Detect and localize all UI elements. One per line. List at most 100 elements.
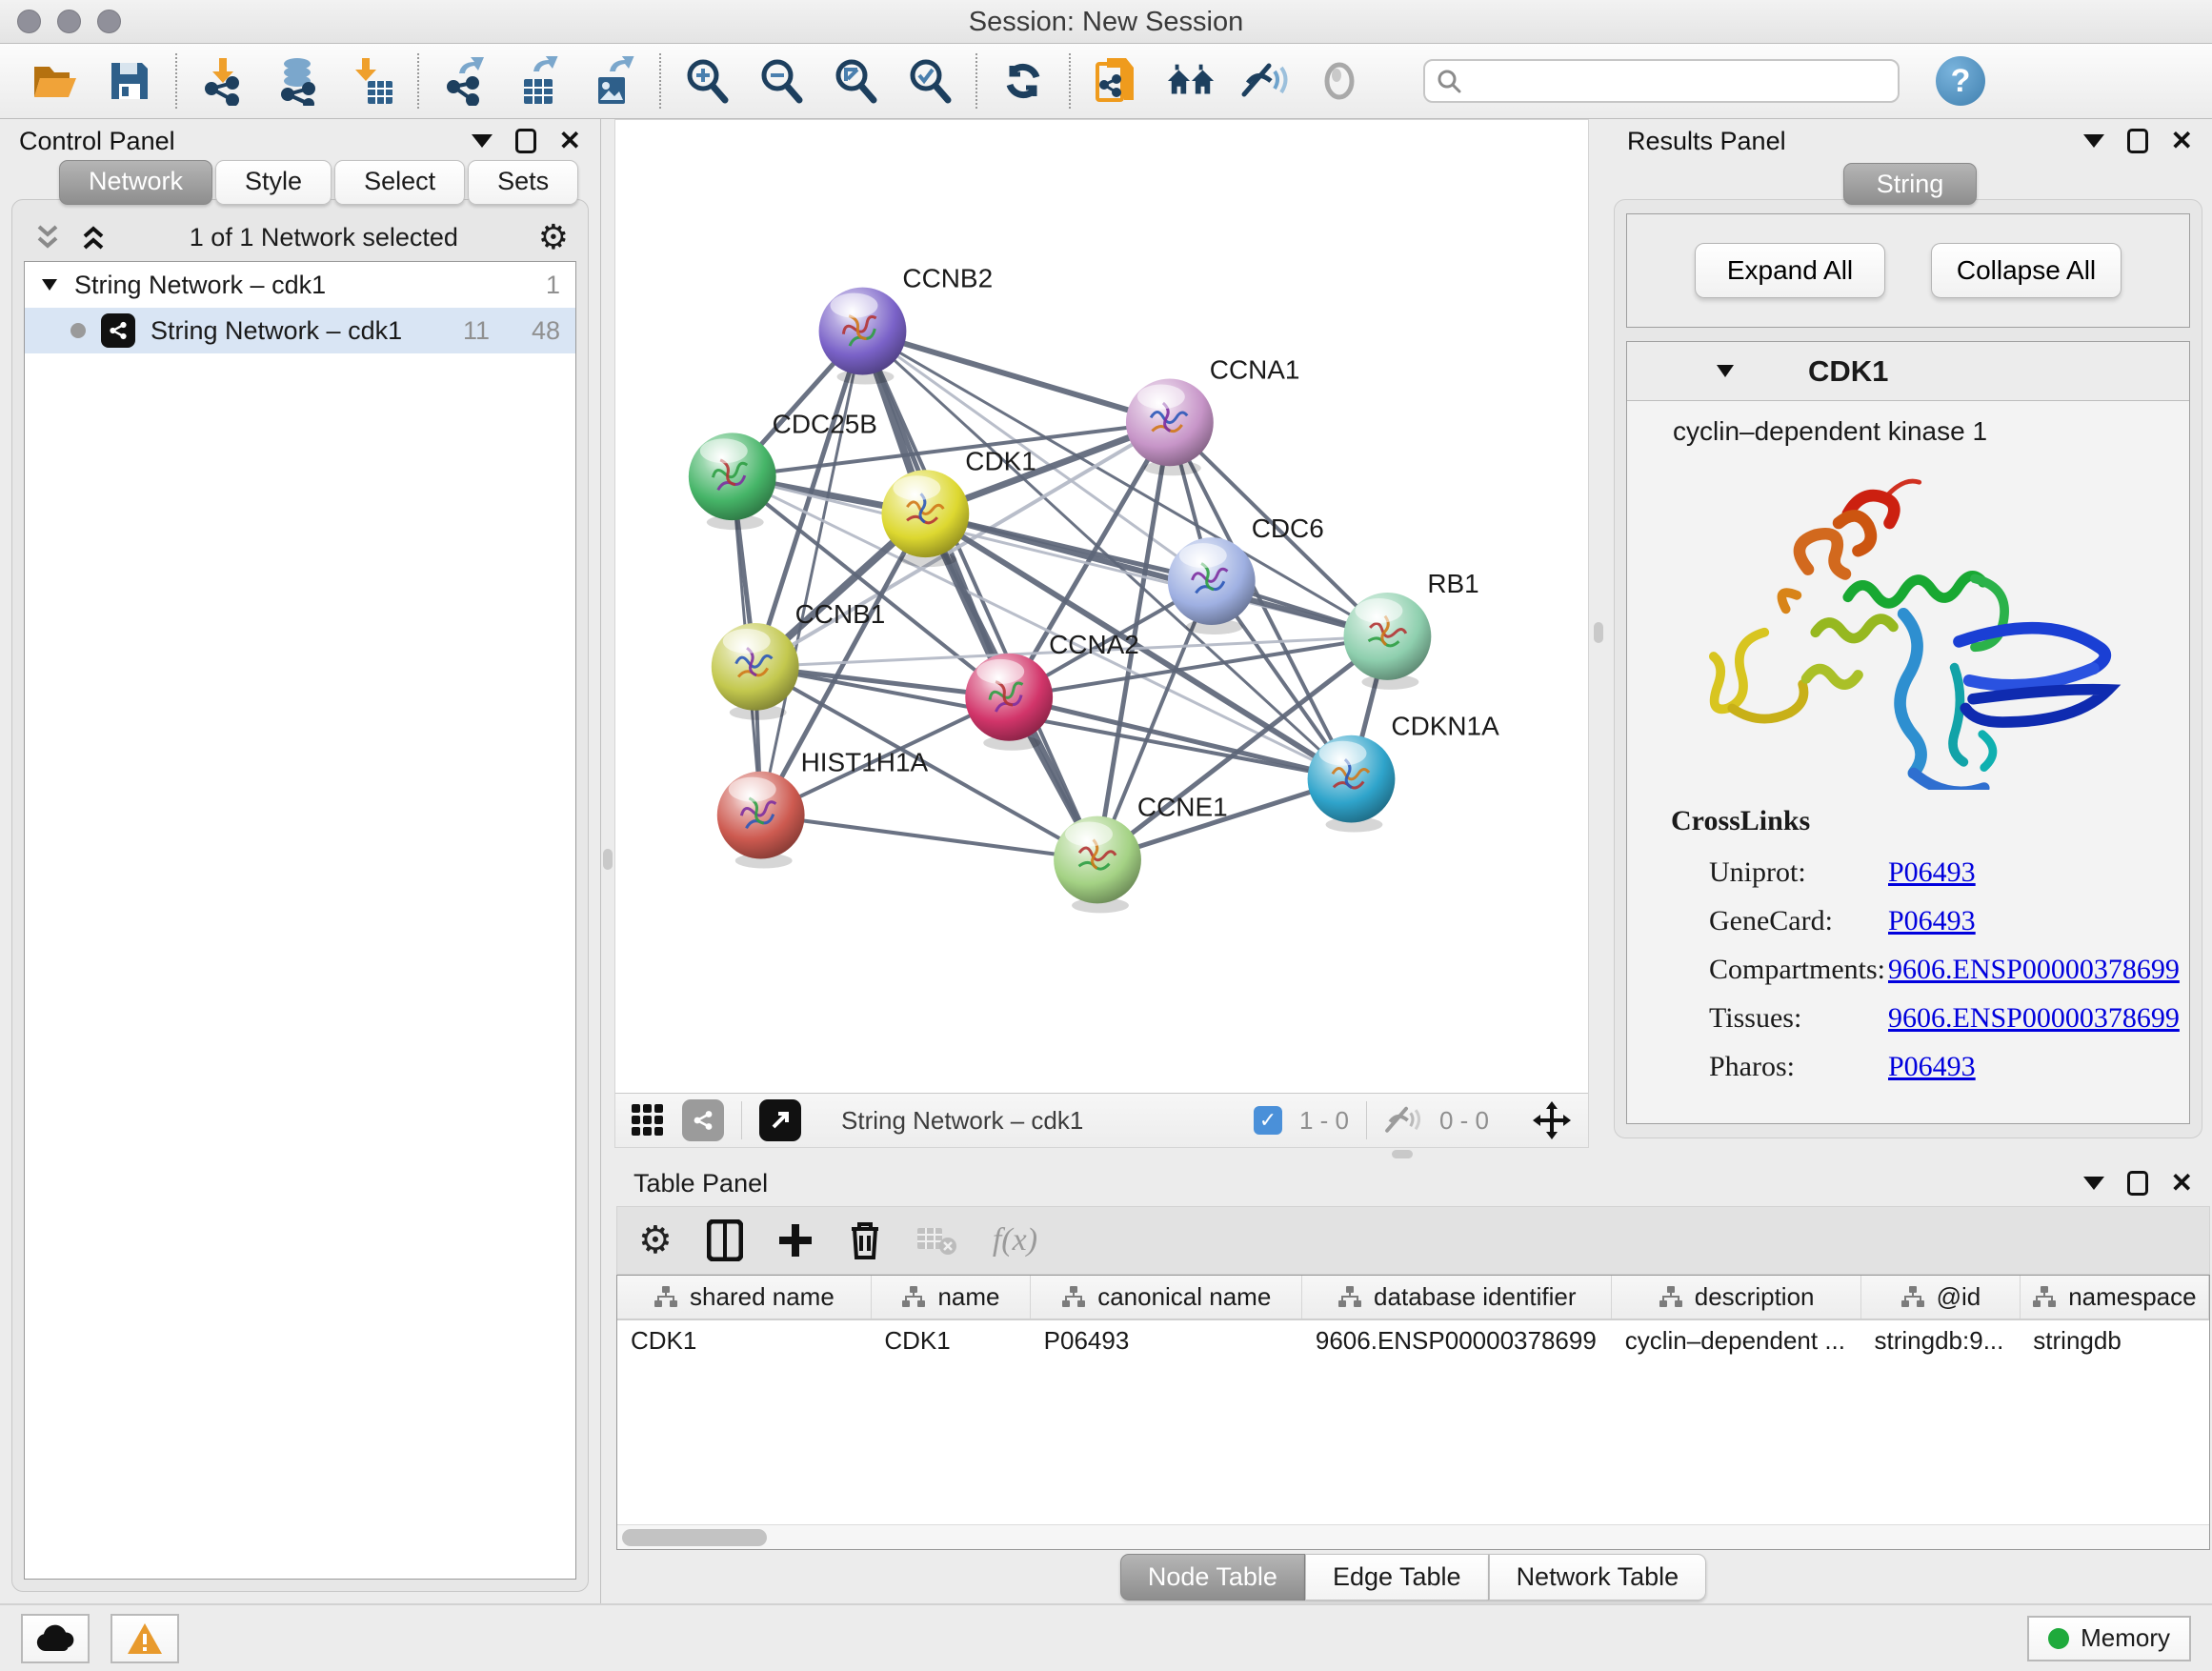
- eye-icon[interactable]: [1315, 56, 1364, 106]
- fit-selection-icon[interactable]: [1531, 1099, 1573, 1141]
- node-CCNE1[interactable]: CCNE1: [1054, 793, 1228, 914]
- tab-node-table[interactable]: Node Table: [1120, 1554, 1305, 1601]
- scrollbar-thumb[interactable]: [622, 1529, 767, 1546]
- add-column-icon[interactable]: [777, 1222, 814, 1258]
- panel-menu-icon[interactable]: [472, 134, 493, 148]
- table-hscrollbar[interactable]: [617, 1524, 2209, 1549]
- birdseye-grid-icon[interactable]: [631, 1103, 665, 1137]
- float-panel-icon[interactable]: [2127, 129, 2148, 153]
- column-header-name[interactable]: name: [871, 1276, 1030, 1319]
- collapse-all-icon[interactable]: [31, 221, 64, 253]
- import-network-from-database-icon[interactable]: [272, 56, 322, 106]
- close-panel-icon[interactable]: ✕: [559, 128, 581, 154]
- table-cell[interactable]: cyclin–dependent ...: [1612, 1319, 1861, 1361]
- node-CCNA1[interactable]: CCNA1: [1126, 354, 1300, 475]
- import-network-icon[interactable]: [198, 56, 248, 106]
- crosslink-link[interactable]: 9606.ENSP00000378699: [1888, 1002, 2180, 1035]
- node-CDKN1A[interactable]: CDKN1A: [1308, 712, 1500, 833]
- network-canvas[interactable]: CCNB2CCNA1CDC25BCDK1CDC6RB1CCNB1CCNA2CDK…: [615, 120, 1588, 1093]
- collapse-section-icon[interactable]: [1715, 363, 1736, 379]
- table-cell[interactable]: stringdb: [2020, 1319, 2208, 1361]
- refresh-icon[interactable]: [998, 56, 1048, 106]
- crosslink-link[interactable]: 9606.ENSP00000378699: [1888, 954, 2180, 986]
- column-header-shared-name[interactable]: shared name: [617, 1276, 871, 1319]
- open-in-window-icon[interactable]: [759, 1099, 801, 1141]
- float-panel-icon[interactable]: [515, 129, 536, 153]
- tab-string[interactable]: String: [1843, 163, 1978, 205]
- network-row[interactable]: String Network – cdk1 11 48: [25, 308, 575, 353]
- crosslink-link[interactable]: P06493: [1888, 856, 1976, 889]
- column-header-namespace[interactable]: namespace: [2020, 1276, 2208, 1319]
- splitter-handle[interactable]: [1392, 1150, 1413, 1158]
- help-button[interactable]: ?: [1936, 56, 1985, 106]
- export-network-icon[interactable]: [440, 56, 490, 106]
- tab-network-table[interactable]: Network Table: [1489, 1554, 1707, 1601]
- splitter-handle[interactable]: [1594, 622, 1603, 643]
- node-CCNB1[interactable]: CCNB1: [712, 599, 886, 720]
- crosslink-link[interactable]: P06493: [1888, 905, 1976, 937]
- search-input[interactable]: [1471, 67, 1886, 96]
- open-session-icon[interactable]: [30, 56, 80, 106]
- warnings-button[interactable]: [111, 1614, 179, 1663]
- home-networks-icon[interactable]: [1166, 56, 1216, 106]
- node-HIST1H1A[interactable]: HIST1H1A: [717, 748, 929, 869]
- tab-style[interactable]: Style: [215, 160, 332, 205]
- expand-all-button[interactable]: Expand All: [1695, 243, 1885, 298]
- tab-network[interactable]: Network: [59, 160, 212, 205]
- import-table-icon[interactable]: [347, 56, 396, 106]
- tab-select[interactable]: Select: [334, 160, 465, 205]
- edge-CCNB2-HIST1H1A[interactable]: [761, 332, 863, 815]
- zoom-window-button[interactable]: [97, 10, 121, 33]
- column-header-description[interactable]: description: [1612, 1276, 1861, 1319]
- cloud-button[interactable]: [21, 1614, 90, 1663]
- zoom-in-icon[interactable]: [682, 56, 732, 106]
- collapse-all-button[interactable]: Collapse All: [1931, 243, 2122, 298]
- hidden-items-icon[interactable]: [1384, 1104, 1422, 1137]
- zoom-selected-icon[interactable]: [905, 56, 955, 106]
- network-collection-row[interactable]: String Network – cdk1 1: [25, 262, 575, 308]
- export-table-icon[interactable]: [514, 56, 564, 106]
- memory-button[interactable]: Memory: [2027, 1616, 2191, 1661]
- tab-edge-table[interactable]: Edge Table: [1305, 1554, 1489, 1601]
- column-header-@id[interactable]: @id: [1861, 1276, 2021, 1319]
- tree-expand-icon[interactable]: [40, 277, 59, 292]
- network-badge-icon[interactable]: [682, 1099, 724, 1141]
- edge-CCNB2-CCNE1[interactable]: [862, 332, 1097, 860]
- show-columns-icon[interactable]: [707, 1219, 743, 1261]
- node-CCNB2[interactable]: CCNB2: [819, 264, 994, 385]
- tab-sets[interactable]: Sets: [468, 160, 578, 205]
- hide-glasses-icon[interactable]: [1240, 56, 1290, 106]
- panel-menu-icon[interactable]: [2083, 1177, 2104, 1190]
- close-panel-icon[interactable]: ✕: [2171, 1170, 2193, 1197]
- float-panel-icon[interactable]: [2127, 1171, 2148, 1196]
- column-header-canonical-name[interactable]: canonical name: [1031, 1276, 1302, 1319]
- delete-table-icon[interactable]: [916, 1224, 958, 1257]
- zoom-fit-icon[interactable]: [831, 56, 880, 106]
- table-cell[interactable]: stringdb:9...: [1861, 1319, 2021, 1361]
- table-cell[interactable]: 9606.ENSP00000378699: [1302, 1319, 1612, 1361]
- export-image-icon[interactable]: [589, 56, 638, 106]
- delete-column-icon[interactable]: [848, 1219, 882, 1261]
- column-header-database-identifier[interactable]: database identifier: [1302, 1276, 1612, 1319]
- node-RB1[interactable]: RB1: [1344, 569, 1479, 690]
- zoom-out-icon[interactable]: [756, 56, 806, 106]
- table-row[interactable]: CDK1CDK1P064939606.ENSP00000378699cyclin…: [617, 1319, 2209, 1361]
- search-field[interactable]: [1423, 59, 1900, 103]
- table-cell[interactable]: CDK1: [617, 1319, 871, 1361]
- selected-nodes-checkbox[interactable]: ✓: [1254, 1106, 1282, 1135]
- save-session-icon[interactable]: [105, 56, 154, 106]
- expand-all-icon[interactable]: [77, 221, 110, 253]
- edge-HIST1H1A-CCNE1[interactable]: [761, 815, 1097, 860]
- edge-CCNB2-CCNA1[interactable]: [862, 332, 1169, 423]
- minimize-window-button[interactable]: [57, 10, 81, 33]
- table-cell[interactable]: CDK1: [871, 1319, 1030, 1361]
- close-panel-icon[interactable]: ✕: [2171, 128, 2193, 154]
- close-window-button[interactable]: [17, 10, 41, 33]
- panel-menu-icon[interactable]: [2083, 134, 2104, 148]
- copy-style-icon[interactable]: [1092, 56, 1141, 106]
- gear-icon[interactable]: ⚙: [538, 217, 569, 257]
- gene-section-header[interactable]: CDK1: [1627, 342, 2189, 401]
- crosslink-link[interactable]: P06493: [1888, 1051, 1976, 1083]
- function-builder-icon[interactable]: f(x): [993, 1222, 1037, 1258]
- table-cell[interactable]: P06493: [1031, 1319, 1302, 1361]
